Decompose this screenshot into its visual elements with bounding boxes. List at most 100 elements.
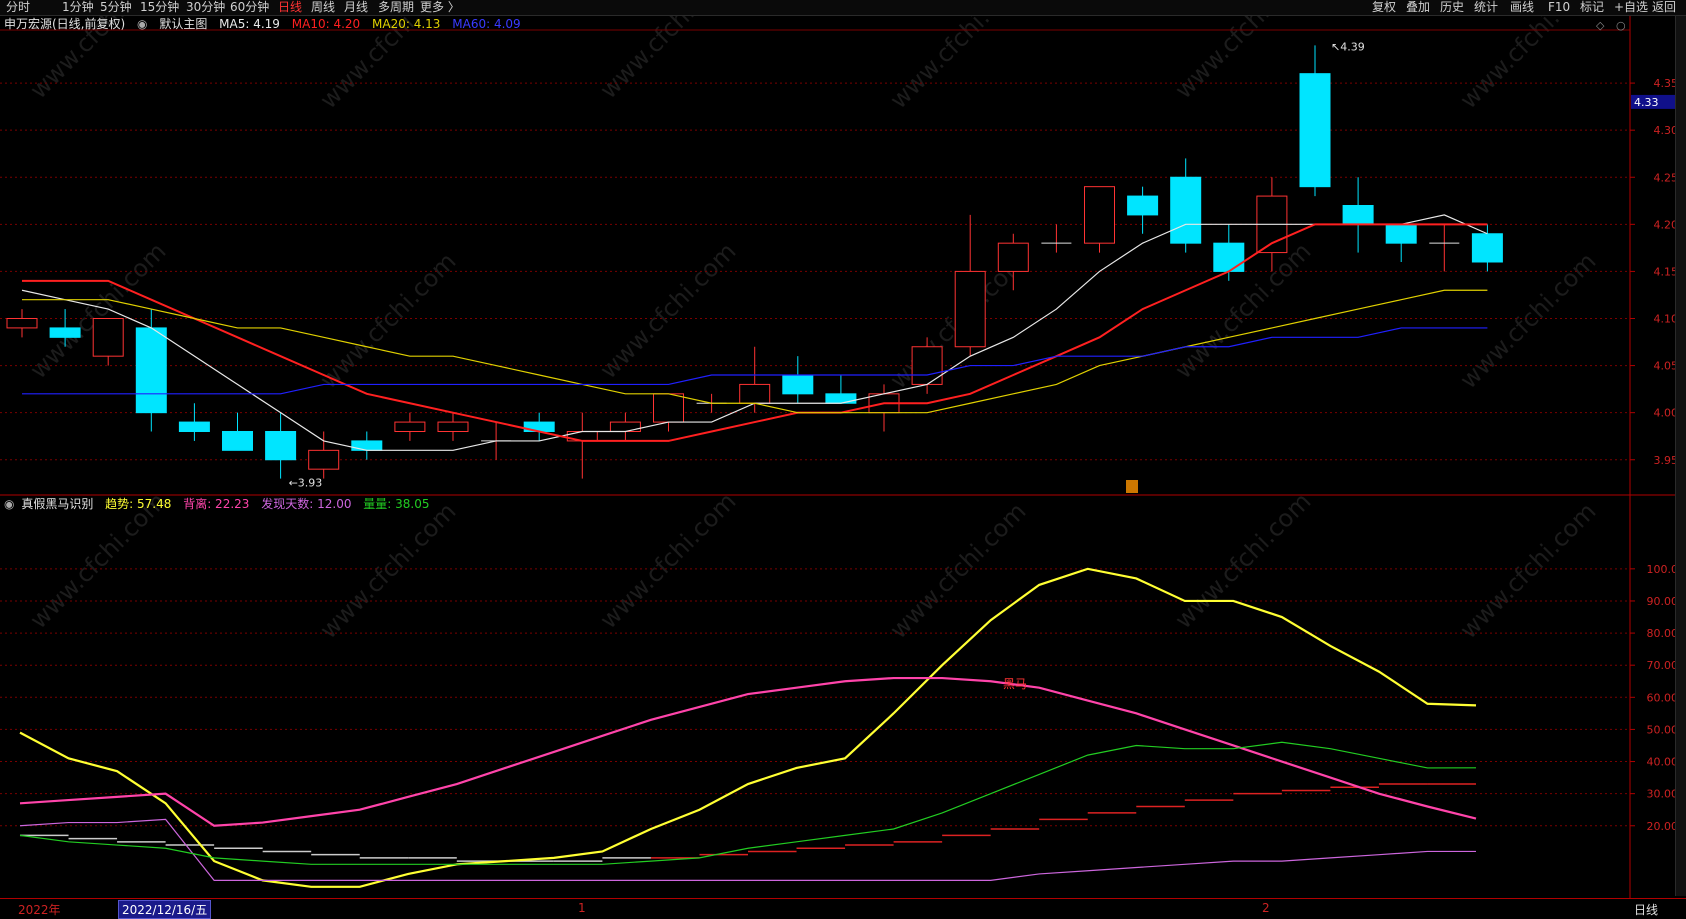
toolbar-button-0[interactable]: 复权 [1372,0,1396,15]
sub-y-tick-label: 40.00 [1647,756,1679,769]
month-2-label: 2 [1262,901,1270,915]
sub-y-tick-label: 90.00 [1647,595,1679,608]
event-marker-icon [1126,480,1138,493]
candle-down [1170,176,1202,244]
tab-period-8[interactable]: 月线 [344,0,368,15]
candle-down [265,431,297,461]
year-label: 2022年 [18,903,61,917]
tab-period-1[interactable]: 1分钟 [62,0,94,15]
tab-period-2[interactable]: 5分钟 [100,0,132,15]
watermark-text: www.cfchi.com [1454,0,1601,114]
dark-horse-label: 黑马 [1003,677,1027,691]
candle-down [135,327,167,414]
toolbar-button-8[interactable]: 返回 [1652,0,1676,15]
watermark-text: www.cfchi.com [1454,497,1601,644]
watermark-text: www.cfchi.com [314,247,461,394]
watermark-text: www.cfchi.com [1454,247,1601,394]
watermark-text: www.cfchi.com [594,487,741,634]
sub-line-背离 [19,676,1477,827]
ma10-value: MA10: 4.20 [291,17,361,31]
volume-value: 量量: 38.05 [363,497,430,511]
main-legend: 申万宏源(日线,前复权) ◉ 默认主图 MA5: 4.19 MA10: 4.20… [4,16,529,32]
candle-up [609,421,641,433]
candle-down [351,440,383,451]
sub-legend: ◉ 真假黑马识别 趋势: 57.48 背离: 22.23 发现天数: 12.00… [4,496,438,512]
sub-y-tick-label: 70.00 [1647,659,1679,672]
toolbar-button-6[interactable]: 标记 [1580,0,1604,15]
candle-up [6,318,38,329]
watermark-text: www.cfchi.com [594,237,741,384]
toolbar-button-4[interactable]: 画线 [1510,0,1534,15]
sub-y-tick-label: 100.0 [1647,563,1679,576]
toolbar-button-7[interactable]: +自选 [1614,0,1648,15]
sub-line-趋势 [19,567,1477,888]
candle-down [222,431,253,451]
cursor-date: 2022/12/16/五 [118,900,212,919]
high-price-label: ↖4.39 [1331,40,1365,53]
candle-down [1213,242,1245,272]
sub-indicator-name[interactable]: 真假黑马识别 [21,497,93,511]
candle-up [997,242,1029,272]
toolbar-button-1[interactable]: 叠加 [1406,0,1430,15]
low-price-label: ←3.93 [289,477,323,490]
settings-icon[interactable]: ◉ [137,17,147,31]
current-price-value: 4.33 [1634,96,1659,109]
tab-period-10[interactable]: 更多 〉 [420,0,460,15]
candle-down [825,393,857,404]
toolbar-button-5[interactable]: F10 [1548,0,1570,15]
candle-up [308,449,340,470]
watermark-text: www.cfchi.com [884,0,1031,114]
sub-y-tick-label: 60.00 [1647,691,1679,704]
candle-down [1127,195,1159,216]
candle-up [739,383,771,404]
date-axis-bar: 2022年 2022/12/16/五 1 2 日线 [0,898,1686,919]
tab-period-7[interactable]: 周线 [311,0,335,15]
candle-up [92,318,124,357]
candle-up [954,270,986,348]
candle-down [1299,73,1331,188]
watermark-text: www.cfchi.com [314,497,461,644]
ma5-value: MA5: 4.19 [219,17,280,31]
divergence-value: 背离: 22.23 [183,497,250,511]
main-indicator-name[interactable]: 默认主图 [159,17,207,31]
stock-title: 申万宏源(日线,前复权) [4,17,126,31]
candle-up [394,421,426,433]
days-value: 发现天数: 12.00 [261,497,352,511]
chart-canvas[interactable]: www.cfchi.com www.cfchi.com www.cfchi.com w… [0,0,1686,917]
watermark-text: www.cfchi.com [1169,487,1316,634]
right-scrollbar[interactable] [1675,16,1686,896]
candle-down [1342,205,1374,225]
toolbar-button-2[interactable]: 历史 [1440,0,1464,15]
candle-down [1385,223,1417,244]
candle-up [1084,186,1115,244]
sub-y-tick-label: 50.00 [1647,723,1679,736]
trend-value: 趋势: 57.48 [105,497,172,511]
diamond-icon[interactable]: ◇ [1596,19,1604,32]
close-icon[interactable]: ○ [1616,19,1626,32]
watermark-text: www.cfchi.com [884,497,1031,644]
ma60-value: MA60: 4.09 [452,17,521,31]
tab-period-3[interactable]: 15分钟 [140,0,179,15]
month-1-label: 1 [578,901,586,915]
tab-period-4[interactable]: 30分钟 [186,0,225,15]
candle-down [178,421,210,433]
candle-down [49,327,81,338]
tab-period-0[interactable]: 分时 [6,0,30,15]
candle-up [437,421,469,433]
period-label[interactable]: 日线 [1634,901,1658,918]
tab-period-6[interactable]: 日线 [278,0,302,15]
settings-icon[interactable]: ◉ [4,497,14,511]
candle-up [911,346,943,385]
toolbar-button-3[interactable]: 统计 [1474,0,1498,15]
candle-down [1471,233,1503,263]
tab-period-9[interactable]: 多周期 [378,0,414,15]
ma20-value: MA20: 4.13 [372,17,441,31]
sub-y-tick-label: 80.00 [1647,627,1679,640]
period-toolbar: 分时 1分钟 5分钟 15分钟 30分钟 60分钟 日线 周线 月线 多周期 更多 〉 复权 叠加 历史统… [0,0,1686,16]
candle-up [653,393,684,423]
sub-y-tick-label: 20.00 [1647,820,1679,833]
sub-line-量量 [19,741,1477,865]
tab-period-5[interactable]: 60分钟 [230,0,269,15]
sub-y-tick-label: 30.00 [1647,788,1679,801]
candle-down [782,374,814,395]
